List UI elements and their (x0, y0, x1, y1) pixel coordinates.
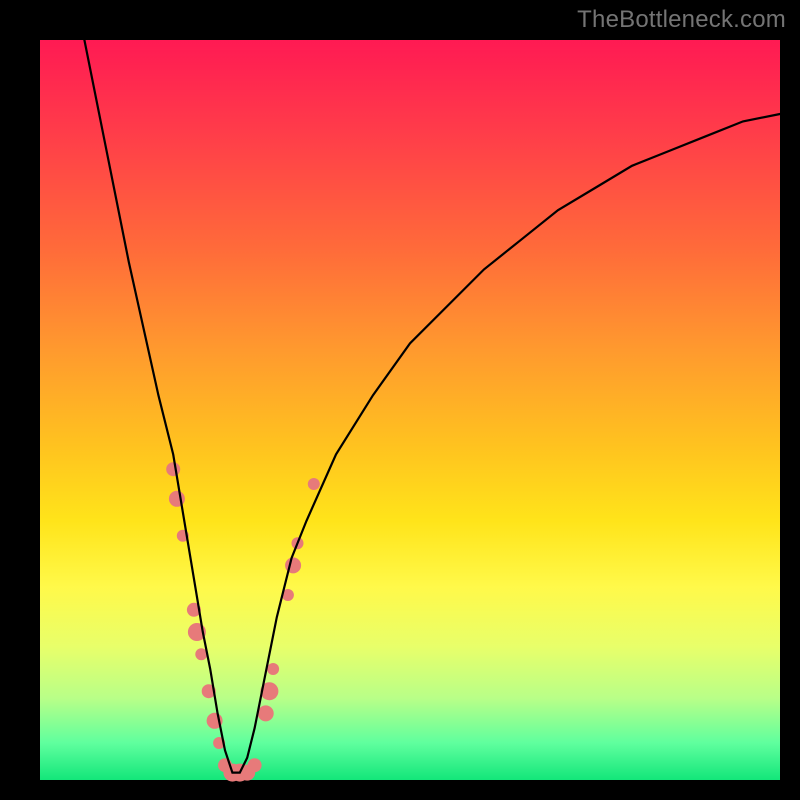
plot-area (40, 40, 780, 780)
bottleneck-curve-path (84, 40, 780, 773)
chart-frame: TheBottleneck.com (0, 0, 800, 800)
sample-marker (166, 462, 180, 476)
sample-marker (308, 478, 320, 490)
sample-marker (248, 758, 262, 772)
sample-marker (267, 663, 279, 675)
marker-layer (166, 462, 320, 781)
sample-marker (258, 705, 274, 721)
curve-svg (40, 40, 780, 780)
watermark-text: TheBottleneck.com (577, 6, 786, 34)
